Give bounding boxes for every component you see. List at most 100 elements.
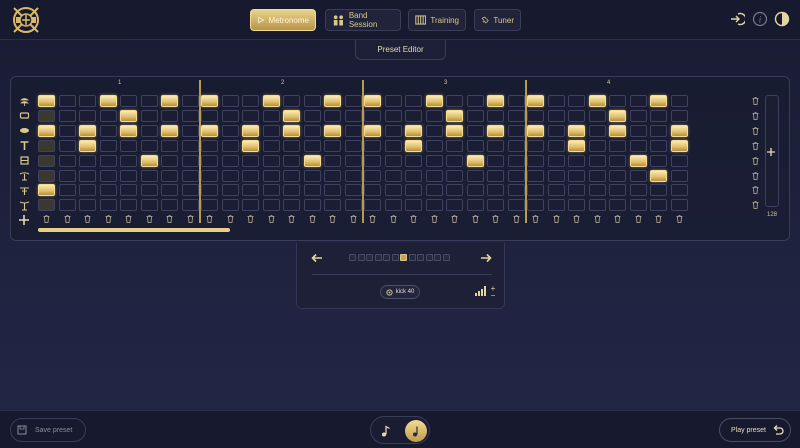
step-cell[interactable] [140,95,158,107]
step-cell[interactable] [588,109,606,122]
step-cell[interactable] [364,109,381,122]
trash-icon[interactable] [532,215,539,223]
step-cell[interactable] [324,109,341,122]
step-cell[interactable] [303,109,321,122]
step-cell[interactable] [405,109,422,122]
page-dot[interactable] [425,254,433,261]
step-cell[interactable] [670,169,688,182]
step-cell[interactable] [609,109,626,122]
nav-tuner[interactable]: Tuner [474,9,521,31]
step-cell[interactable] [527,199,544,212]
step-cell[interactable] [425,95,443,107]
step-cell[interactable] [527,154,544,167]
step-cell[interactable] [58,199,76,212]
step-cell[interactable] [425,184,443,197]
next-arrow-icon[interactable] [480,252,492,264]
step-cell[interactable] [609,95,626,107]
step-cell[interactable] [466,139,484,152]
step-cell[interactable] [79,154,96,167]
step-cell[interactable] [547,109,565,122]
step-cell[interactable] [364,139,381,152]
step-cell[interactable] [568,139,585,152]
step-cell[interactable] [487,109,504,122]
step-cell[interactable] [283,199,300,212]
step-cell[interactable] [629,169,647,182]
step-cell[interactable] [181,169,199,182]
step-cell[interactable] [507,169,525,182]
step-cell[interactable] [221,184,239,197]
step-cell[interactable] [283,154,300,167]
step-cell[interactable] [303,184,321,197]
trash-icon[interactable] [288,215,295,223]
step-cell[interactable] [79,184,96,197]
trash-icon[interactable] [752,126,759,135]
page-dot[interactable] [349,254,356,261]
step-cell[interactable] [487,139,504,152]
trash-icon[interactable] [492,215,499,223]
step-cell[interactable] [466,95,484,107]
step-cell[interactable] [588,184,606,197]
trash-icon[interactable] [431,215,438,223]
step-cell[interactable] [547,124,565,137]
step-cell[interactable] [650,154,667,167]
add-instrument-icon[interactable] [17,213,31,227]
step-cell[interactable] [201,95,218,107]
step-cell[interactable] [425,109,443,122]
step-cell[interactable] [242,169,259,182]
step-cell[interactable] [527,184,544,197]
trash-icon[interactable] [166,215,173,223]
step-cell[interactable] [120,95,137,107]
step-cell[interactable] [344,184,362,197]
step-cell[interactable] [161,109,178,122]
step-cell[interactable] [466,124,484,137]
step-cell[interactable] [446,154,463,167]
info-icon[interactable]: i [752,11,768,27]
step-cell[interactable] [120,199,137,212]
step-cell[interactable] [629,139,647,152]
step-cell[interactable] [99,184,117,197]
nav-training[interactable]: Training [408,9,466,31]
trophy-crest-logo[interactable] [10,4,42,36]
step-cell[interactable] [140,124,158,137]
step-cell[interactable] [262,139,280,152]
page-dot[interactable] [391,254,399,261]
trash-icon[interactable] [752,186,759,195]
step-cell[interactable] [221,199,239,212]
step-cell[interactable] [650,184,667,197]
step-cell[interactable] [201,169,218,182]
page-dot[interactable] [383,254,390,261]
step-cell[interactable] [201,154,218,167]
step-cell[interactable] [588,154,606,167]
step-cell[interactable] [58,109,76,122]
step-cell[interactable] [466,109,484,122]
step-cell[interactable] [161,184,178,197]
step-cell[interactable] [242,154,259,167]
step-cell[interactable] [568,184,585,197]
step-cell[interactable] [650,95,667,107]
page-dot[interactable] [442,254,450,261]
step-cell[interactable] [99,154,117,167]
step-cell[interactable] [650,169,667,182]
step-cell[interactable] [670,199,688,212]
step-cell[interactable] [670,184,688,197]
step-cell[interactable] [507,154,525,167]
step-cell[interactable] [262,154,280,167]
step-cell[interactable] [58,154,76,167]
step-cell[interactable] [527,95,544,107]
instrument-row-4[interactable] [17,155,31,167]
step-cell[interactable] [99,139,117,152]
page-dot[interactable] [357,254,365,261]
step-cell[interactable] [425,199,443,212]
step-cell[interactable] [527,169,544,182]
step-cell[interactable] [324,169,341,182]
step-cell[interactable] [609,169,626,182]
step-cell[interactable] [384,169,402,182]
step-cell[interactable] [650,124,667,137]
step-cell[interactable] [181,139,199,152]
step-cell[interactable] [324,139,341,152]
step-cell[interactable] [38,154,55,167]
step-cell[interactable] [507,184,525,197]
trash-icon[interactable] [676,215,683,223]
step-cell[interactable] [161,169,178,182]
step-cell[interactable] [242,199,259,212]
